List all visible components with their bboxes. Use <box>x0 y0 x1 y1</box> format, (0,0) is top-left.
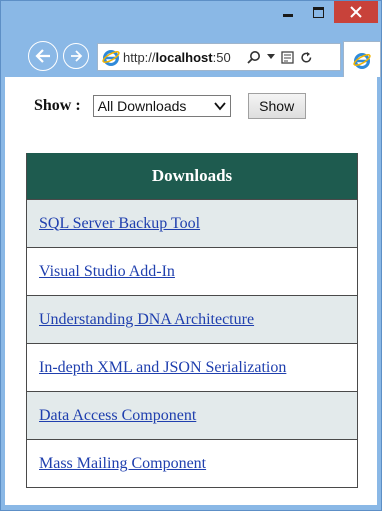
filter-selected-value: All Downloads <box>97 98 187 114</box>
download-link[interactable]: SQL Server Backup Tool <box>39 215 200 233</box>
back-button[interactable] <box>28 41 58 71</box>
forward-arrow-icon <box>70 50 82 62</box>
download-link[interactable]: Mass Mailing Component <box>39 455 206 473</box>
chevron-down-icon[interactable] <box>267 54 275 60</box>
downloads-table: Downloads SQL Server Backup Tool Visual … <box>26 153 358 488</box>
minimize-button[interactable] <box>274 1 302 23</box>
table-row: SQL Server Backup Tool <box>27 199 357 247</box>
chevron-down-icon <box>213 102 226 111</box>
url-scheme: http:// <box>123 49 156 65</box>
title-bar <box>1 1 381 33</box>
url-host: localhost <box>155 49 213 65</box>
filter-row: Show : All Downloads Show <box>34 93 306 119</box>
minimize-icon <box>283 13 293 17</box>
downloads-header: Downloads <box>27 153 357 199</box>
table-row: Understanding DNA Architecture <box>27 295 357 343</box>
table-row: Mass Mailing Component <box>27 439 357 487</box>
browser-window: http://localhost:50 Show: All Downloads… <box>0 0 382 511</box>
address-bar[interactable]: http://localhost:50 <box>97 43 341 71</box>
refresh-icon[interactable] <box>300 51 313 64</box>
download-link[interactable]: In-depth XML and JSON Serialization <box>39 359 286 377</box>
downloads-filter-select[interactable]: All Downloads <box>92 95 231 117</box>
ie-logo-icon <box>102 50 120 66</box>
download-link[interactable]: Understanding DNA Architecture <box>39 311 254 329</box>
show-button[interactable]: Show <box>247 93 306 119</box>
compat-view-icon[interactable] <box>281 50 294 64</box>
table-row: Visual Studio Add-In <box>27 247 357 295</box>
show-label: Show : <box>34 97 81 114</box>
url-text: http://localhost:50 <box>123 50 243 65</box>
navigation-bar: http://localhost:50 <box>1 33 381 77</box>
ie-logo-icon <box>353 52 371 69</box>
forward-button[interactable] <box>63 43 89 69</box>
close-button[interactable] <box>334 1 378 23</box>
maximize-button[interactable] <box>304 1 332 23</box>
table-row: In-depth XML and JSON Serialization <box>27 343 357 391</box>
table-row: Data Access Component <box>27 391 357 439</box>
browser-tab[interactable] <box>343 41 381 77</box>
search-icon[interactable] <box>247 50 261 64</box>
page-content: Show : All Downloads Show Downloads SQL … <box>5 77 377 505</box>
maximize-icon <box>312 6 324 18</box>
close-icon <box>350 6 362 18</box>
download-link[interactable]: Data Access Component <box>39 407 196 425</box>
download-link[interactable]: Visual Studio Add-In <box>39 263 175 281</box>
back-arrow-icon <box>35 49 50 63</box>
url-port: :50 <box>212 49 231 65</box>
address-tools <box>247 50 313 64</box>
